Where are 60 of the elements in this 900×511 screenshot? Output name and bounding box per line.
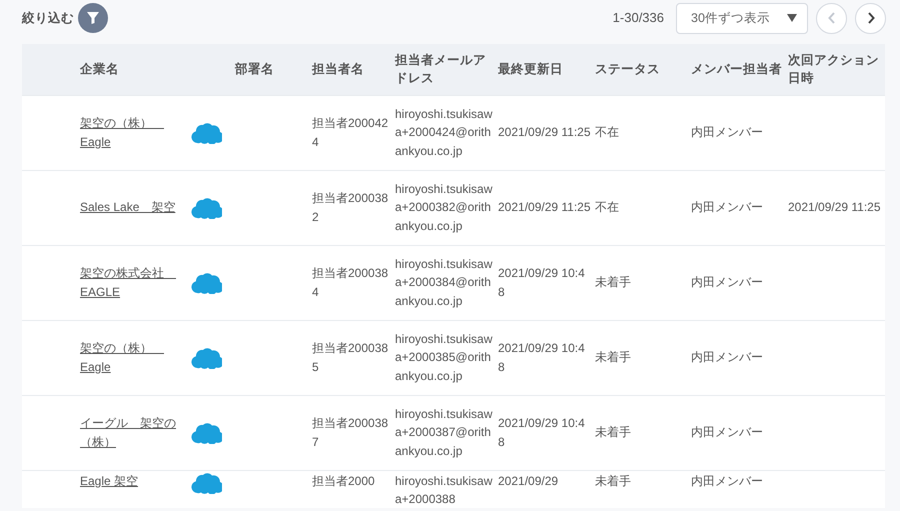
table-cell-text: 未着手 [595, 274, 632, 292]
email-text: hiroyoshi.tsukisawa+2000382@orithankyou.co.jp [395, 180, 494, 235]
cloud-logo-icon [190, 122, 222, 144]
chevron-right-icon [866, 12, 874, 24]
table-cell-text: 担当者2000 [312, 472, 376, 490]
table-cell-text: 担当者2000387 [312, 415, 390, 450]
company-link[interactable]: Eagle 架空 [80, 472, 138, 490]
table-cell-text: 2021/09/29 [498, 472, 560, 490]
table-cell-text: 内田メンバー [691, 349, 764, 366]
column-header: 最終更新日 [498, 62, 563, 76]
email-text: hiroyoshi.tsukisawa+2000424@orithankyou.co.jp [395, 106, 494, 160]
table-cell-text: 担当者2000382 [312, 190, 390, 226]
email-text: hiroyoshi.tsukisawa+2000387@orithankyou.co.jp [395, 406, 494, 460]
result-range: 1-30/336 [612, 9, 664, 28]
email-text: hiroyoshi.tsukisawa+2000384@orithankyou.co.jp [395, 256, 494, 310]
table-cell-text: 未着手 [595, 349, 632, 366]
company-link[interactable]: 架空の（株） Eagle [80, 339, 186, 376]
table-cell-text: 不在 [595, 199, 620, 216]
per-page-dropdown[interactable]: 30件ずつ表示 [676, 2, 808, 34]
column-header: 次回アクション日時 [788, 53, 879, 86]
table-cell-text: 2021/09/29 11:25 [498, 199, 591, 216]
column-header: ステータス [595, 62, 660, 76]
table-cell-text: 内田メンバー [691, 274, 764, 292]
next-page-button[interactable] [855, 2, 886, 34]
filter-label: 絞り込む [22, 10, 74, 27]
column-header: メンバー担当者 [691, 62, 782, 76]
dropdown-arrow-icon [787, 14, 797, 22]
cloud-logo-icon [190, 346, 222, 368]
company-link[interactable]: イーグル 架空の（株） [80, 414, 186, 451]
column-header: 担当者名 [312, 62, 364, 76]
cloud-logo-icon [190, 196, 222, 218]
table-cell-text: 2021/09/29 11:25 [498, 124, 591, 142]
table-cell-text: 内田メンバー [691, 424, 764, 442]
column-header: 担当者メールアドレス [395, 53, 486, 86]
table-cell-text: 担当者2000385 [312, 340, 390, 376]
column-header: 部署名 [235, 62, 274, 76]
table-cell-text: 担当者2000384 [312, 265, 390, 300]
cloud-logo-icon [190, 422, 222, 444]
column-header: 企業名 [80, 62, 119, 76]
table-cell-text: 2021/09/29 10:48 [498, 415, 586, 450]
table-cell-text: 2021/09/29 10:48 [498, 340, 586, 376]
table-cell-text: 内田メンバー [691, 124, 764, 142]
table-cell-text: 不在 [595, 124, 620, 142]
filter-button[interactable] [78, 3, 108, 33]
company-link[interactable]: Sales Lake 架空 [80, 198, 176, 217]
table-cell-text: 2021/09/29 11:25 [788, 199, 881, 216]
company-link[interactable]: 架空の株式会社 EAGLE [80, 264, 186, 301]
chevron-left-icon [828, 12, 836, 24]
table-cell-text: 内田メンバー [691, 199, 764, 216]
table-cell-text: 2021/09/29 10:48 [498, 265, 586, 300]
table-cell-text: 内田メンバー [691, 472, 764, 490]
table-cell-text: 担当者2000424 [312, 115, 390, 150]
filter-icon [86, 11, 100, 25]
table-cell-text: 未着手 [595, 472, 632, 490]
cloud-logo-icon [190, 272, 222, 294]
email-text: hiroyoshi.tsukisawa+2000388 [395, 472, 494, 508]
cloud-logo-icon [190, 472, 222, 494]
email-text: hiroyoshi.tsukisawa+2000385@orithankyou.co.jp [395, 330, 494, 385]
company-link[interactable]: 架空の（株） Eagle [80, 114, 186, 151]
table-cell-text: 未着手 [595, 424, 632, 442]
